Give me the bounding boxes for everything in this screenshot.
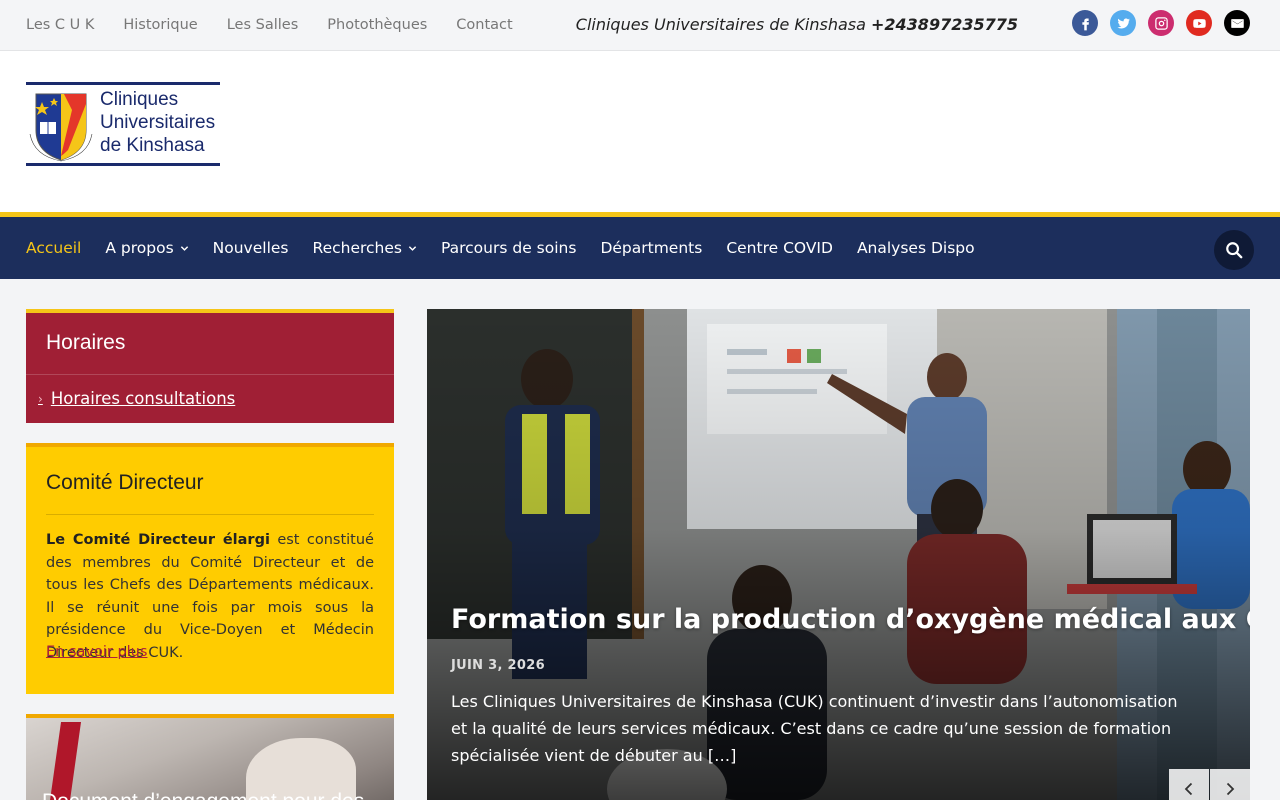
hero-slider: Formation sur la production d’oxygène mé… — [427, 309, 1250, 800]
logo-line-1: Cliniques — [100, 89, 179, 110]
horaires-widget: Horaires › Horaires consultations — [26, 309, 394, 423]
site-header: Cliniques Universitaires de Kinshasa — [0, 51, 1280, 212]
logo-text: Cliniques Universitaires de Kinshasa — [100, 88, 215, 157]
contact-name: Cliniques Universitaires de Kinshasa — [575, 15, 866, 34]
nav-item-analyses[interactable]: Analyses Dispo — [857, 239, 975, 257]
nav-label: Analyses Dispo — [856, 239, 975, 257]
chevron-right-icon — [1226, 782, 1235, 796]
link-label: Horaires consultations — [50, 389, 236, 408]
widget-title: Comité Directeur — [46, 471, 204, 494]
logo-line-3: de Kinshasa — [100, 135, 205, 156]
top-link-contact[interactable]: Contact — [456, 17, 512, 33]
social-links — [1072, 10, 1250, 36]
nav-item-nouvelles[interactable]: Nouvelles — [213, 239, 289, 257]
horaires-consultations-link[interactable]: › Horaires consultations — [38, 389, 235, 408]
site-logo[interactable]: Cliniques Universitaires de Kinshasa — [26, 82, 220, 166]
nav-label: Nouvelles — [212, 239, 289, 257]
nav-item-accueil[interactable]: Accueil — [26, 239, 81, 257]
top-link-phototheques[interactable]: Photothèques — [327, 17, 427, 33]
next-slide-button[interactable] — [1210, 769, 1250, 800]
crest-icon — [29, 93, 93, 162]
facebook-icon[interactable] — [1072, 10, 1098, 36]
main-nav: Accueil A propos Nouvelles Recherches Pa… — [0, 212, 1280, 279]
divider — [46, 514, 374, 515]
nav-item-departments[interactable]: Départments — [600, 239, 702, 257]
chevron-down-icon — [408, 245, 417, 251]
prev-slide-button[interactable] — [1169, 769, 1209, 800]
nav-item-parcours[interactable]: Parcours de soins — [441, 239, 576, 257]
youtube-icon[interactable] — [1186, 10, 1212, 36]
email-icon[interactable] — [1224, 10, 1250, 36]
search-button[interactable] — [1214, 230, 1254, 270]
nav-item-centre-covid[interactable]: Centre COVID — [726, 239, 833, 257]
top-link-cuk[interactable]: Les C U K — [26, 17, 94, 33]
nav-label: Accueil — [26, 239, 82, 257]
nav-item-a-propos[interactable]: A propos — [105, 239, 188, 257]
chevron-left-icon — [1184, 782, 1193, 796]
nav-label: Départments — [600, 239, 703, 257]
hero-date: JUIN 3, 2026 — [451, 658, 545, 673]
hero-title[interactable]: Formation sur la production d’oxygène mé… — [451, 604, 1250, 635]
top-link-historique[interactable]: Historique — [123, 17, 197, 33]
nav-label: A propos — [105, 239, 174, 257]
slider-controls — [1169, 769, 1250, 800]
top-bar: Les C U K Historique Les Salles Photothè… — [0, 0, 1280, 51]
decorative-shape — [46, 722, 82, 800]
comite-widget: Comité Directeur Le Comité Directeur éla… — [26, 443, 394, 694]
read-more-link[interactable]: En savoir plus — [46, 644, 147, 660]
divider — [26, 374, 394, 375]
nav-label: Recherches — [312, 239, 402, 257]
nav-label: Parcours de soins — [440, 239, 577, 257]
comite-body: est constitué des membres du Comité Dire… — [46, 532, 374, 661]
top-nav: Les C U K Historique Les Salles Photothè… — [26, 0, 513, 50]
chevron-right-icon: › — [38, 391, 43, 406]
top-link-salles[interactable]: Les Salles — [227, 17, 299, 33]
hero-excerpt: Les Cliniques Universitaires de Kinshasa… — [451, 692, 1178, 765]
nav-item-recherches[interactable]: Recherches — [313, 239, 417, 257]
logo-line-2: Universitaires — [100, 112, 216, 133]
widget-title: Document d’engagement pour des — [42, 790, 364, 800]
widget-title: Horaires — [46, 331, 126, 354]
nav-label: Centre COVID — [726, 239, 833, 257]
contact-phone[interactable]: +243897235775 — [871, 15, 1018, 34]
document-widget[interactable]: Document d’engagement pour des — [26, 714, 394, 800]
contact-line: Cliniques Universitaires de Kinshasa +24… — [576, 15, 1018, 34]
chevron-down-icon — [180, 245, 188, 251]
search-icon — [1226, 242, 1243, 259]
comite-lead: Le Comité Directeur élargi — [46, 532, 270, 548]
twitter-icon[interactable] — [1110, 10, 1136, 36]
instagram-icon[interactable] — [1148, 10, 1174, 36]
